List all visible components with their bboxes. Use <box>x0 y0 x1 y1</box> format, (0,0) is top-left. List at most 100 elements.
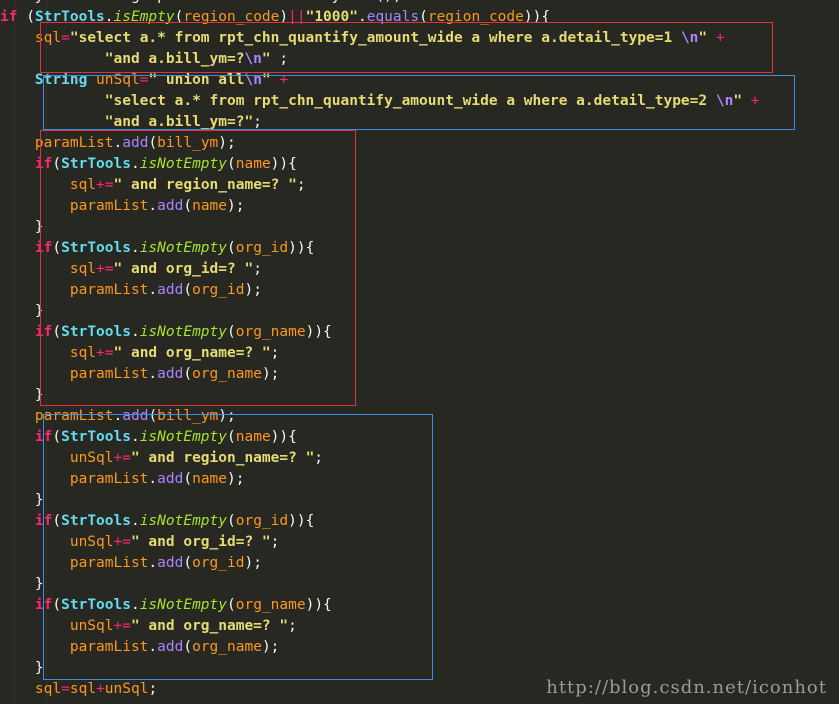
code-token: . <box>113 408 123 424</box>
code-line[interactable]: if(StrTools. isNotEmpty(name)){ <box>0 154 839 175</box>
code-token: ); <box>218 408 236 424</box>
watermark: http://blog.csdn.net/iconhot <box>546 677 827 698</box>
code-line[interactable]: paramList. add(org_name); <box>0 364 839 385</box>
code-token: ( <box>52 597 62 613</box>
code-token: unSql <box>69 534 114 550</box>
code-line[interactable]: } <box>0 385 839 406</box>
code-token: ; <box>148 681 158 697</box>
code-token: } <box>0 492 44 508</box>
code-token: sql <box>34 681 62 697</box>
code-token: ); <box>244 282 262 298</box>
code-line[interactable]: paramList. add(org_id); <box>0 280 839 301</box>
code-line[interactable]: } <box>0 658 839 679</box>
code-line[interactable]: sql = "select a.* from rpt_chn_quantify_am… <box>0 28 839 49</box>
code-line[interactable]: } <box>0 490 839 511</box>
code-editor[interactable]: ArrayList<String> paramList = new ArrayL… <box>0 0 839 700</box>
code-line[interactable]: if(StrTools. isNotEmpty(name)){ <box>0 427 839 448</box>
code-token: name <box>192 198 228 214</box>
code-token: StrTools <box>34 9 105 25</box>
code-token: ); <box>227 471 245 487</box>
code-line[interactable]: sql += " and org_name=? "; <box>0 343 839 364</box>
code-line[interactable]: if(StrTools. isNotEmpty(org_id)){ <box>0 511 839 532</box>
code-token: if <box>34 429 53 445</box>
code-token: paramList <box>34 408 114 424</box>
code-line[interactable]: } <box>0 574 839 595</box>
code-token: if <box>34 597 53 613</box>
code-token: "and a.bill_ym=? <box>104 51 245 67</box>
code-line[interactable]: unSql += " and org_id=? "; <box>0 532 839 553</box>
code-line[interactable]: paramList. add(bill_ym); <box>0 133 839 154</box>
code-line[interactable]: } <box>0 301 839 322</box>
code-token: += <box>113 450 131 466</box>
code-token: unSql <box>69 618 114 634</box>
code-token: ); <box>227 198 245 214</box>
code-line[interactable]: ArrayList<String> paramList = new ArrayL… <box>0 0 839 7</box>
code-token: " and org_name=? " <box>113 345 271 361</box>
code-token: if <box>34 156 53 172</box>
code-token: )){ <box>288 240 315 256</box>
code-token: " union all <box>148 72 245 88</box>
code-token: add <box>157 471 184 487</box>
code-token: += <box>96 261 114 277</box>
code-line[interactable]: paramList. add(name); <box>0 196 839 217</box>
code-line[interactable]: unSql += " and org_name=? "; <box>0 616 839 637</box>
code-token: ( <box>183 282 193 298</box>
code-token: paramList <box>69 555 149 571</box>
code-line[interactable]: sql += " and org_id=? "; <box>0 259 839 280</box>
code-line[interactable]: if(StrTools. isNotEmpty(org_id)){ <box>0 238 839 259</box>
code-token: region_code <box>427 9 524 25</box>
code-token: org_name <box>235 324 306 340</box>
code-token: paramList <box>34 135 114 151</box>
code-line[interactable]: "and a.bill_ym=? \n " ; <box>0 49 839 70</box>
code-token: ( <box>419 9 428 25</box>
code-line[interactable]: paramList. add(org_id); <box>0 553 839 574</box>
code-token: add <box>157 282 184 298</box>
code-line[interactable]: "select a.* from rpt_chn_quantify_amount… <box>0 91 839 112</box>
code-token: " <box>261 72 271 88</box>
code-line[interactable]: paramList. add(org_name); <box>0 637 839 658</box>
code-token: } <box>0 219 44 235</box>
code-line[interactable]: sql += " and region_name=? "; <box>0 175 839 196</box>
code-line[interactable]: unSql += " and region_name=? "; <box>0 448 839 469</box>
code-line[interactable]: if (StrTools. isEmpty(region_code) || "1000… <box>0 7 839 28</box>
code-token: . <box>130 513 140 529</box>
code-line[interactable]: } <box>0 217 839 238</box>
code-line[interactable]: "and a.bill_ym=?"; <box>0 112 839 133</box>
code-token: org_id <box>235 513 289 529</box>
code-token: \n <box>680 30 699 46</box>
code-line[interactable]: if(StrTools. isNotEmpty(org_name)){ <box>0 322 839 343</box>
code-line[interactable]: if(StrTools. isNotEmpty(org_name)){ <box>0 595 839 616</box>
code-token: add <box>157 366 184 382</box>
code-token: )){ <box>288 513 315 529</box>
code-line[interactable]: paramList. add(bill_ym); <box>0 406 839 427</box>
code-token: . <box>148 282 158 298</box>
code-token: ; <box>253 261 262 277</box>
code-token: } <box>0 576 44 592</box>
code-token: name <box>235 156 271 172</box>
code-line[interactable]: String unSql = " union all \n " + <box>0 70 839 91</box>
code-token: + <box>279 72 289 88</box>
code-token: ); <box>261 639 280 655</box>
code-token: "and a.bill_ym=?" <box>104 114 254 130</box>
code-token: . <box>148 555 158 571</box>
code-token: " and region_name=? " <box>130 450 315 466</box>
code-token: org_name <box>192 639 262 655</box>
code-line[interactable]: paramList. add(name); <box>0 469 839 490</box>
code-token: StrTools <box>61 156 131 172</box>
code-token: org_name <box>235 597 306 613</box>
code-token: add <box>157 198 184 214</box>
code-token: = <box>139 72 149 88</box>
code-token: if <box>34 513 53 529</box>
